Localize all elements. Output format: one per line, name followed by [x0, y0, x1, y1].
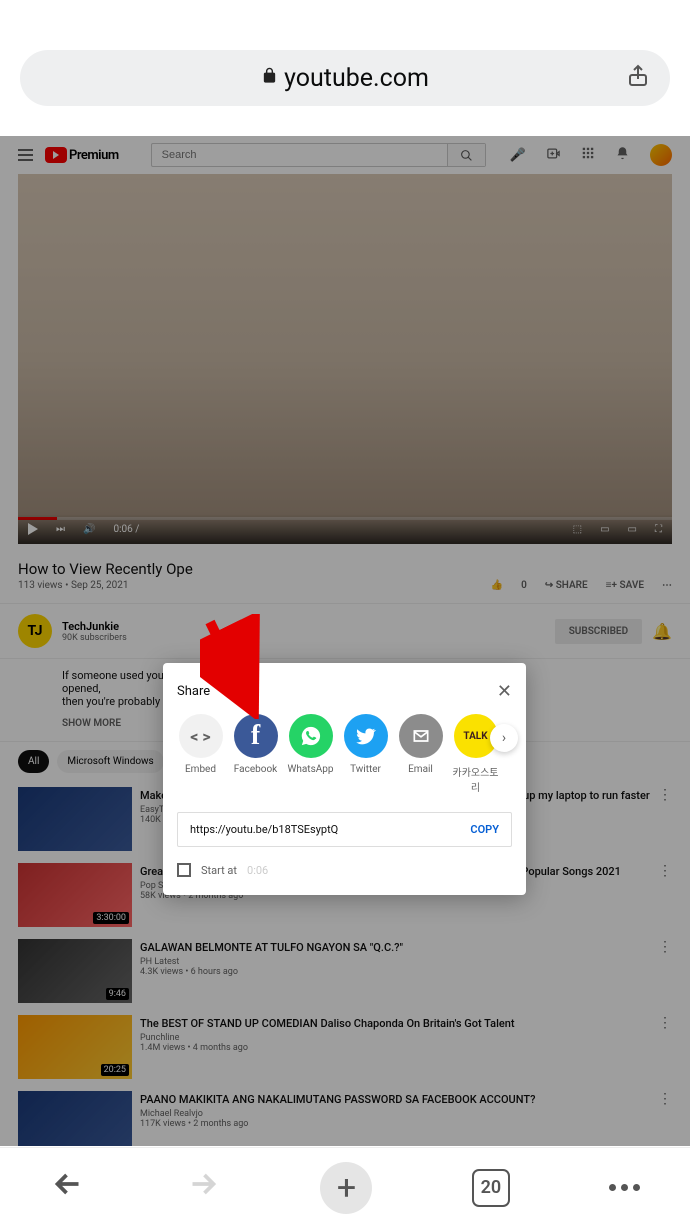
- channel-avatar[interactable]: TJ: [18, 614, 52, 648]
- video-views-date: 113 views • Sep 25, 2021: [18, 580, 128, 591]
- yt-header: Premium 🎤: [0, 136, 690, 174]
- share-button[interactable]: ↪ SHARE: [545, 580, 588, 591]
- share-whatsapp[interactable]: WhatsApp: [287, 714, 334, 775]
- share-modal: Share ✕ < > Embed f Facebook WhatsApp: [163, 663, 526, 895]
- item-menu-icon[interactable]: ⋮: [658, 863, 672, 927]
- share-url-field[interactable]: https://youtu.be/b18TSEsyptQ COPY: [177, 812, 512, 847]
- search-box[interactable]: [151, 143, 486, 167]
- more-icon[interactable]: ⋯: [662, 580, 672, 591]
- scroll-next-icon[interactable]: ›: [490, 724, 518, 752]
- item-menu-icon[interactable]: ⋮: [658, 787, 672, 851]
- thumbnail[interactable]: 20:25: [18, 1015, 132, 1079]
- url-text: youtube.com: [284, 64, 429, 93]
- start-at-row[interactable]: Start at 0:06: [177, 863, 512, 877]
- url-bar[interactable]: youtube.com: [20, 50, 670, 106]
- channel-subscribers: 90K subscribers: [62, 633, 545, 643]
- thumbnail[interactable]: 9:46: [18, 939, 132, 1003]
- video-player[interactable]: ⏭ 🔊 0:06 / ⬚ ▭ ▭ ⛶: [18, 174, 672, 544]
- search-input[interactable]: [152, 149, 447, 161]
- embed-icon: < >: [179, 714, 223, 758]
- create-icon[interactable]: [546, 146, 561, 165]
- video-time: 0:06 /: [113, 524, 139, 535]
- start-at-checkbox[interactable]: [177, 863, 191, 877]
- subscribe-button[interactable]: SUBSCRIBED: [555, 619, 642, 644]
- share-system-icon[interactable]: [626, 63, 650, 93]
- menu-dots-icon[interactable]: [609, 1184, 640, 1191]
- video-item[interactable]: PAANO MAKIKITA ANG NAKALIMUTANG PASSWORD…: [0, 1085, 690, 1146]
- like-button[interactable]: 👍: [491, 580, 503, 591]
- share-facebook[interactable]: f Facebook: [232, 714, 279, 775]
- volume-icon[interactable]: 🔊: [83, 524, 95, 535]
- mic-icon[interactable]: 🎤: [510, 148, 526, 163]
- tabs-button[interactable]: 20: [472, 1169, 510, 1207]
- facebook-icon: f: [234, 714, 278, 758]
- thumbnail[interactable]: [18, 787, 132, 851]
- forward-icon[interactable]: [185, 1166, 221, 1210]
- share-url-text: https://youtu.be/b18TSEsyptQ: [190, 823, 470, 836]
- lock-icon: [261, 67, 278, 89]
- video-title: How to View Recently Ope: [0, 544, 690, 580]
- dislike-button[interactable]: 0: [521, 580, 527, 591]
- channel-row: TJ TechJunkie 90K subscribers SUBSCRIBED…: [0, 603, 690, 659]
- next-icon[interactable]: ⏭: [56, 524, 65, 535]
- item-menu-icon[interactable]: ⋮: [658, 939, 672, 1003]
- bottom-nav: + 20: [0, 1147, 690, 1227]
- apps-icon[interactable]: [581, 146, 595, 164]
- thumbnail[interactable]: [18, 1091, 132, 1146]
- new-tab-icon[interactable]: +: [320, 1162, 372, 1214]
- twitter-icon: [344, 714, 388, 758]
- notifications-icon[interactable]: [615, 146, 630, 165]
- whatsapp-icon: [289, 714, 333, 758]
- settings-icon[interactable]: ▭: [600, 524, 609, 535]
- start-at-label: Start at: [201, 864, 237, 877]
- avatar[interactable]: [650, 144, 672, 166]
- copy-button[interactable]: COPY: [470, 823, 499, 836]
- fullscreen-icon[interactable]: ⛶: [655, 524, 662, 535]
- chip-all[interactable]: All: [18, 750, 49, 773]
- item-menu-icon[interactable]: ⋮: [658, 1015, 672, 1079]
- back-icon[interactable]: [50, 1166, 86, 1210]
- chip[interactable]: Microsoft Windows: [57, 750, 163, 773]
- thumbnail[interactable]: 3:30:00: [18, 863, 132, 927]
- bell-icon[interactable]: 🔔: [652, 622, 672, 641]
- video-item[interactable]: 20:25 The BEST OF STAND UP COMEDIAN Dali…: [0, 1009, 690, 1085]
- search-button[interactable]: [447, 144, 485, 166]
- share-embed[interactable]: < > Embed: [177, 714, 224, 775]
- theater-icon[interactable]: ▭: [628, 524, 637, 535]
- play-icon[interactable]: [28, 523, 38, 535]
- channel-name[interactable]: TechJunkie: [62, 620, 545, 633]
- share-title: Share: [177, 684, 210, 699]
- start-at-time: 0:06: [247, 864, 268, 877]
- email-icon: [399, 714, 443, 758]
- subtitles-icon[interactable]: ⬚: [573, 524, 582, 535]
- item-menu-icon[interactable]: ⋮: [658, 1091, 672, 1146]
- share-email[interactable]: Email: [397, 714, 444, 775]
- close-icon[interactable]: ✕: [497, 681, 512, 702]
- share-twitter[interactable]: Twitter: [342, 714, 389, 775]
- save-button[interactable]: ≡+ SAVE: [606, 580, 644, 591]
- share-kakao[interactable]: TALK 카카오스토리: [452, 714, 499, 794]
- youtube-logo[interactable]: Premium: [45, 147, 119, 163]
- menu-icon[interactable]: [18, 149, 33, 161]
- video-item[interactable]: 9:46 GALAWAN BELMONTE AT TULFO NGAYON SA…: [0, 933, 690, 1009]
